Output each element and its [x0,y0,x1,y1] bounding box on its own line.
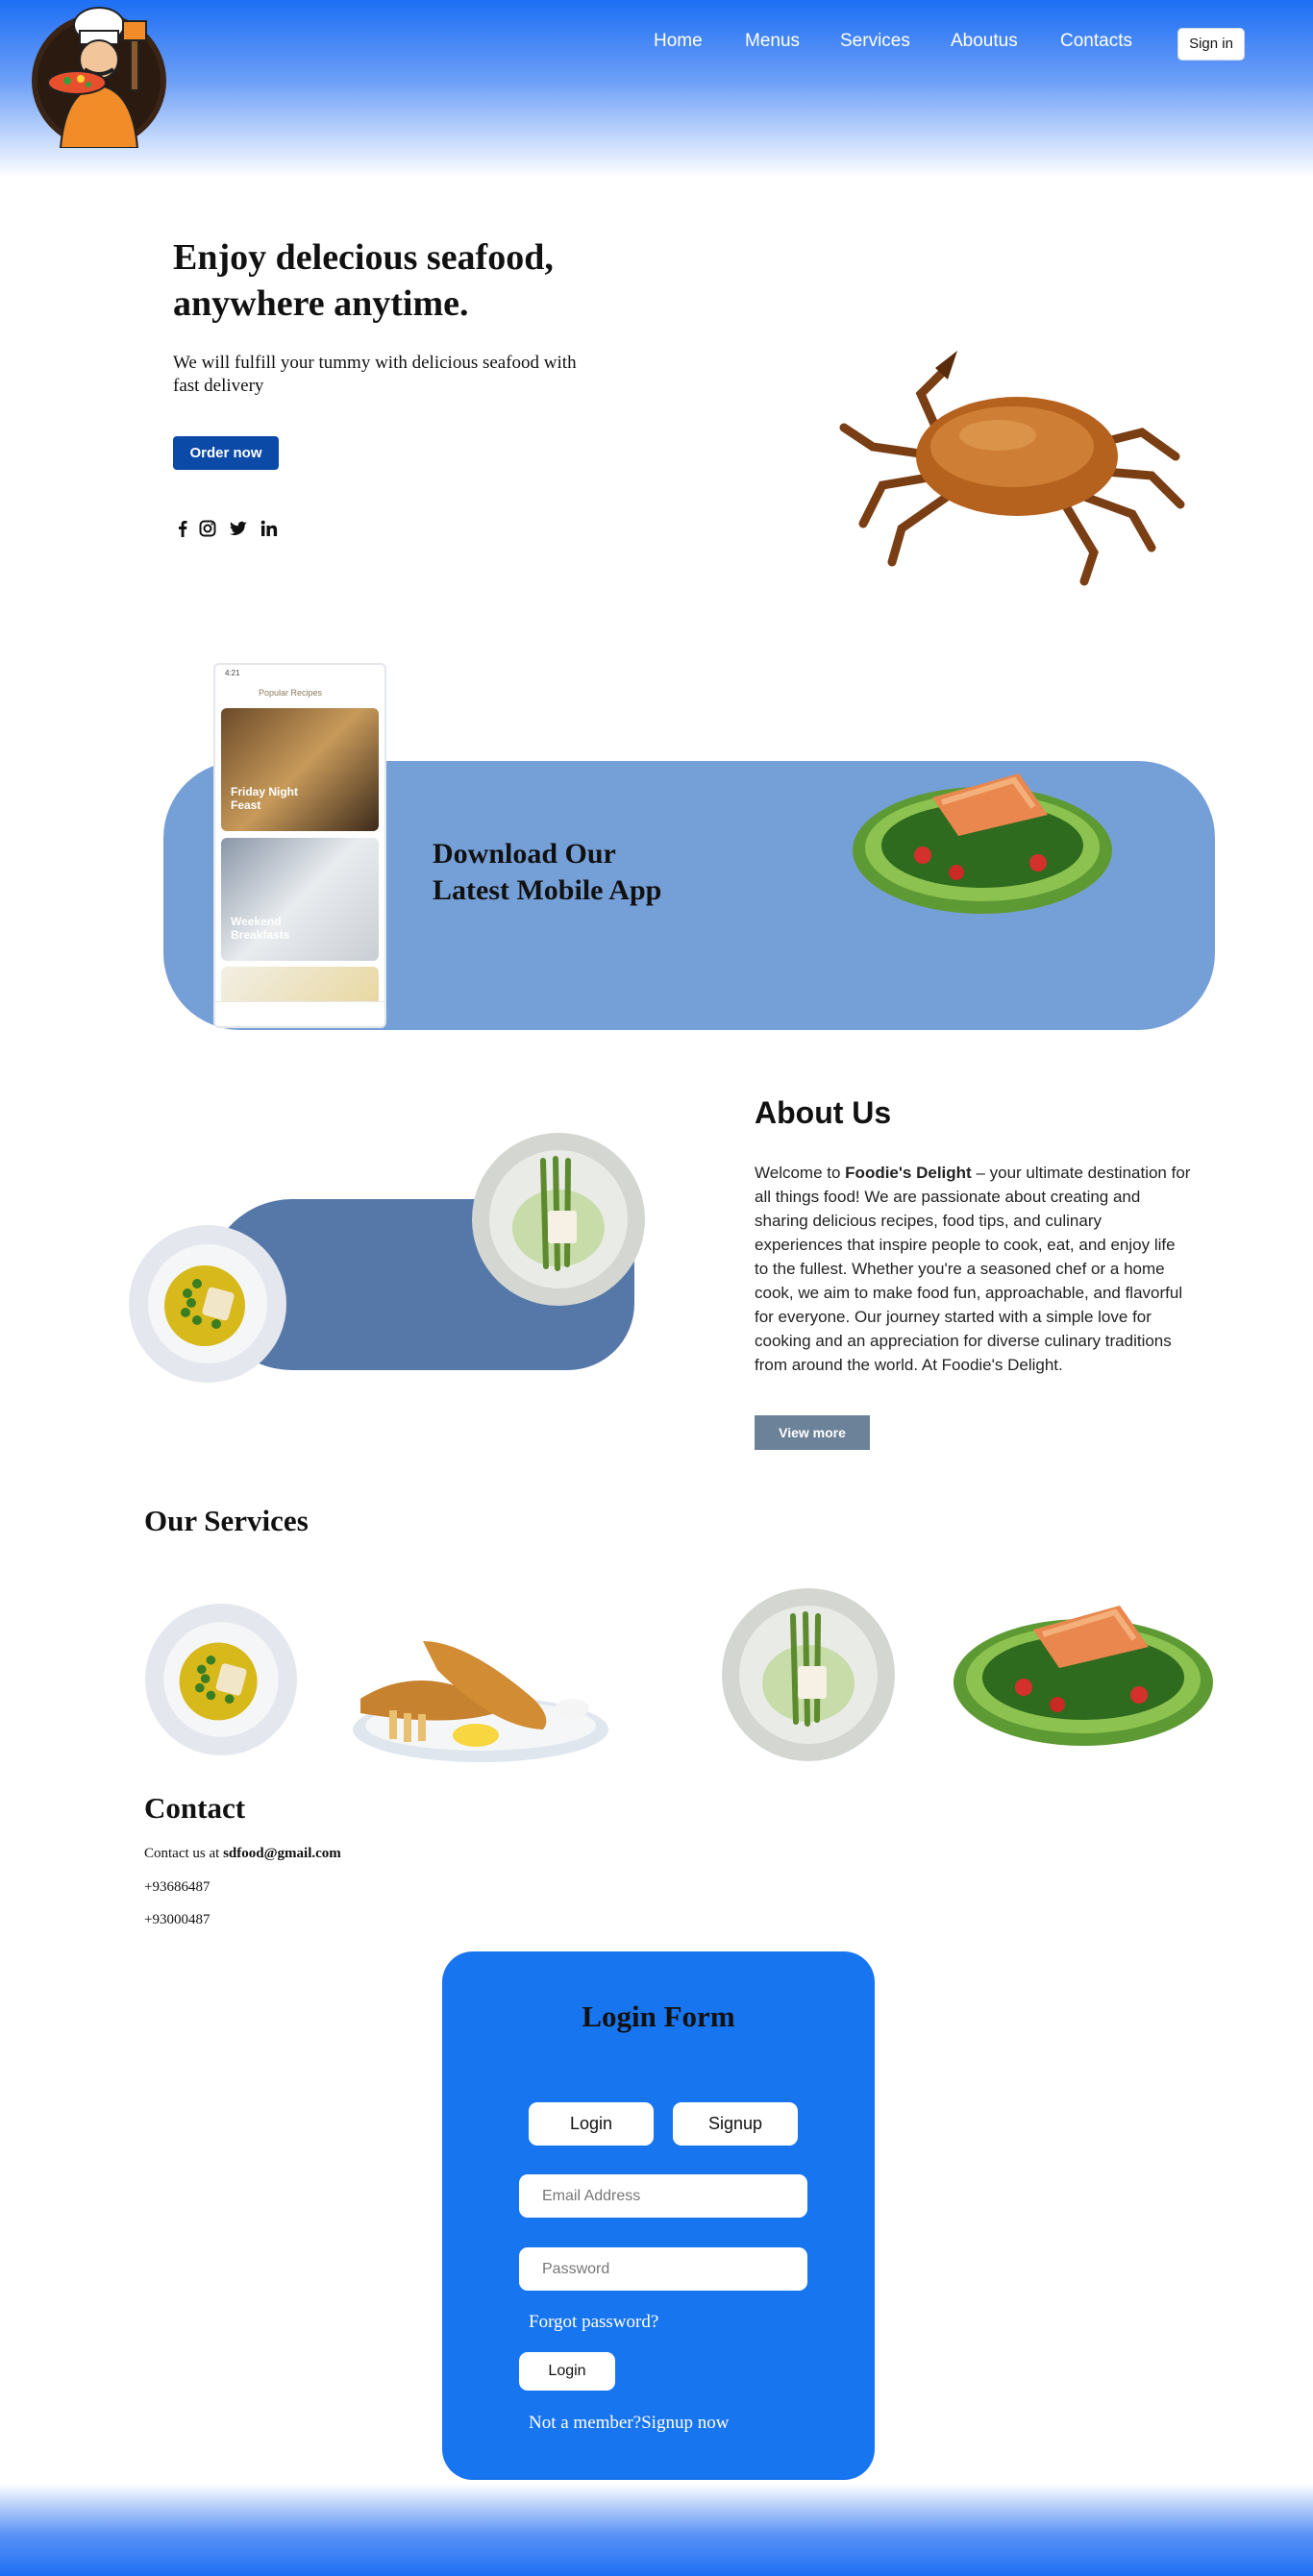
login-tab-button[interactable]: Login [529,2102,654,2146]
contact-email[interactable]: sdfood@gmail.com [223,1846,341,1861]
app-title-line1: Download Our [433,838,616,870]
service-pea-fish-image [144,1603,298,1756]
twitter-icon[interactable] [229,519,248,538]
service-salmon-image [954,1606,1213,1746]
contact-phone-1: +93686487 [144,1879,211,1895]
about-text-body: – your ultimate destination for all thin… [755,1164,1191,1374]
linkedin-icon[interactable] [260,519,279,538]
facebook-icon[interactable] [173,519,192,538]
phone-card-2: Weekend Breakfasts [221,838,379,961]
login-submit-button[interactable]: Login [519,2352,615,2391]
about-brand: Foodie's Delight [845,1164,972,1182]
contact-email-line: Contact us at sdfood@gmail.com [144,1846,341,1862]
forgot-password-link[interactable]: Forgot password? [529,2312,658,2333]
nav-menus[interactable]: Menus [745,31,800,52]
phone-status-bar: 4:21 [225,669,240,677]
login-title: Login Form [582,1999,735,2033]
phone-card-2-label: Weekend Breakfasts [231,915,290,942]
nav-aboutus[interactable]: Aboutus [951,31,1018,52]
footer-gradient [0,2484,1313,2576]
email-field[interactable] [519,2174,807,2218]
login-form: Login Form Login Signup Forgot password?… [442,1951,875,2480]
hero-subtitle: We will fulfill your tummy with deliciou… [173,353,577,396]
main-nav: Home Menus Services Aboutus Contacts [0,29,1313,58]
about-text-prefix: Welcome to [755,1164,846,1182]
password-field[interactable] [519,2247,807,2291]
hero-title-line2: anywhere anytime. [173,283,469,324]
app-title: Download Our Latest Mobile App [433,836,740,909]
hero-title: Enjoy delecious seafood, anywhere anytim… [173,234,673,327]
phone-header: Popular Recipes [259,688,323,698]
hero-title-line1: Enjoy delecious seafood, [173,237,554,278]
services-title: Our Services [144,1504,309,1537]
pea-fish-plate-image [129,1225,286,1383]
nav-services[interactable]: Services [840,31,910,52]
nav-home[interactable]: Home [654,31,703,52]
service-asparagus-image [722,1588,895,1761]
phone-card-1-label: Friday Night Feast [231,785,299,812]
signin-button[interactable]: Sign in [1177,28,1245,61]
salmon-plate-image [853,773,1112,914]
order-now-button[interactable]: Order now [173,436,279,470]
phone-card-3 [221,967,379,1005]
crab-image [839,351,1185,586]
about-text: Welcome to Foodie's Delight – your ultim… [755,1161,1192,1377]
site-header: Home Menus Services Aboutus Contacts Sig… [0,0,1313,178]
contact-title: Contact [144,1791,246,1825]
signup-link[interactable]: Not a member?Signup now [529,2413,729,2434]
phone-card-1: Friday Night Feast [221,708,379,831]
view-more-button[interactable]: View more [755,1415,870,1450]
phone-mockup: 4:21 Popular Recipes Friday Night Feast … [213,663,386,1028]
app-title-line2: Latest Mobile App [433,874,662,906]
service-fish-chips-image [353,1641,608,1762]
chef-logo[interactable] [27,4,171,148]
contact-phone-2: +93000487 [144,1912,211,1927]
asparagus-plate-image [472,1133,645,1306]
instagram-icon[interactable] [198,519,217,538]
signup-tab-button[interactable]: Signup [673,2102,798,2146]
nav-contacts[interactable]: Contacts [1060,31,1132,52]
about-title: About Us [755,1095,892,1130]
contact-email-prefix: Contact us at [144,1846,224,1861]
phone-tabbar [215,1001,384,1026]
